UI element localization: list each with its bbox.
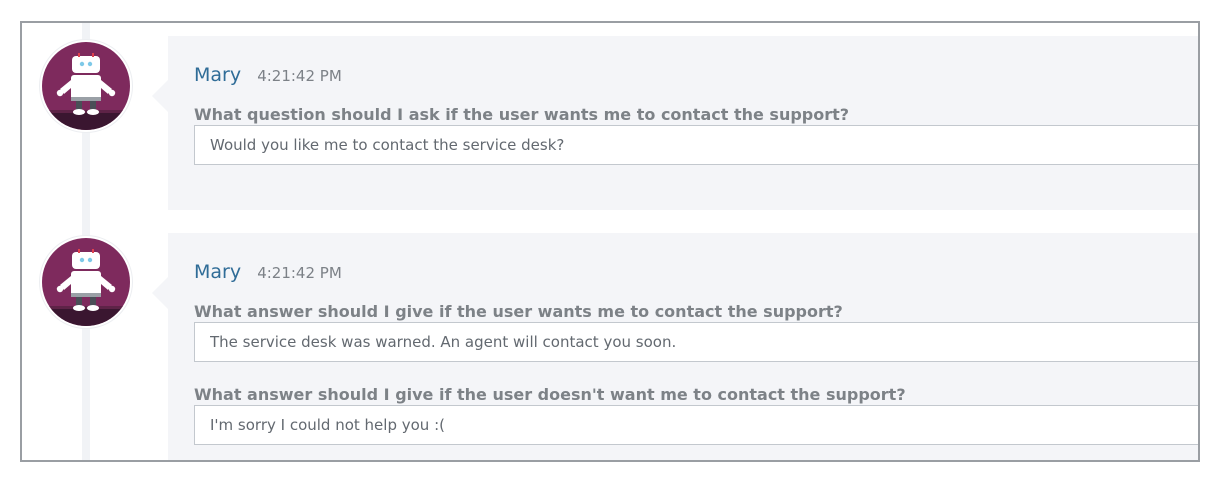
message-header: Mary 4:21:42 PM <box>194 261 342 283</box>
message-header: Mary 4:21:42 PM <box>194 64 342 86</box>
question-input[interactable] <box>194 125 1198 165</box>
message-time: 4:21:42 PM <box>257 67 342 85</box>
field-label: What answer should I give if the user do… <box>194 385 906 404</box>
negative-answer-input[interactable] <box>194 405 1198 445</box>
message-card: Mary 4:21:42 PM What answer should I giv… <box>152 233 1198 460</box>
negative-answer-field: What answer should I give if the user do… <box>194 385 1198 445</box>
positive-answer-input[interactable] <box>194 322 1198 362</box>
message-card: Mary 4:21:42 PM What question should I a… <box>152 36 1198 210</box>
author-name: Mary <box>194 64 242 86</box>
conversation-panel: Mary 4:21:42 PM What question should I a… <box>20 21 1200 462</box>
author-name: Mary <box>194 261 242 283</box>
field-label: What answer should I give if the user wa… <box>194 302 843 321</box>
question-field: What question should I ask if the user w… <box>194 105 1198 165</box>
bot-avatar <box>40 236 132 328</box>
field-label: What question should I ask if the user w… <box>194 105 850 124</box>
bot-avatar <box>40 40 132 132</box>
message-time: 4:21:42 PM <box>257 264 342 282</box>
positive-answer-field: What answer should I give if the user wa… <box>194 302 1198 362</box>
